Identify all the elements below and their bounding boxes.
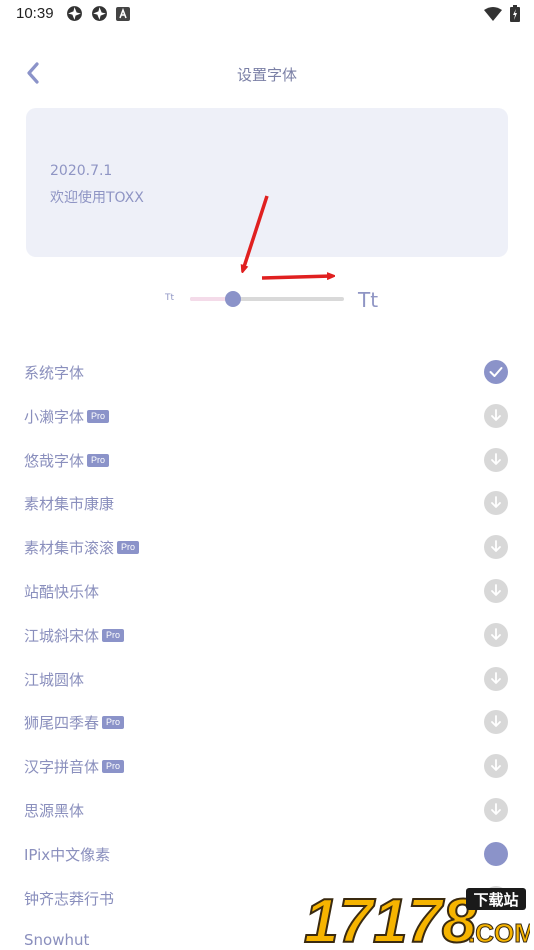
font-name: 汉字拼音体 Pro — [24, 756, 125, 777]
font-list-item[interactable]: 站酷快乐体 — [0, 569, 534, 613]
pro-badge: Pro — [87, 453, 110, 467]
download-button[interactable] — [484, 491, 508, 516]
selected-check-button[interactable] — [484, 360, 508, 384]
download-button[interactable] — [484, 797, 508, 822]
font-name-label: 汉字拼音体 — [24, 758, 100, 777]
pro-badge: Pro — [87, 409, 110, 423]
pro-badge: Pro — [102, 628, 125, 642]
watermark-domain: .COM — [468, 918, 530, 948]
font-name: 钟齐志莽行书 — [24, 888, 114, 909]
font-name-label: 站酷快乐体 — [24, 582, 100, 601]
download-icon — [491, 496, 501, 509]
page-title: 设置字体 — [236, 66, 297, 84]
font-name-label: 江城斜宋体 — [24, 626, 100, 645]
font-list-item[interactable]: 小濑字体 Pro — [0, 394, 534, 438]
font-name-label: 系统字体 — [24, 364, 85, 382]
font-name-label: 小濑字体 — [24, 407, 85, 426]
wifi-icon — [484, 6, 502, 21]
download-button[interactable] — [484, 666, 508, 691]
status-icons-right — [484, 5, 520, 22]
font-name: 小濑字体 Pro — [24, 406, 110, 427]
font-list-item[interactable]: 江城斜宋体 Pro — [0, 613, 534, 657]
check-icon — [489, 367, 503, 377]
font-name-label: 素材集市康康 — [24, 495, 115, 514]
download-icon — [491, 671, 501, 684]
font-name-label: 思源黑体 — [24, 801, 85, 820]
download-icon — [491, 584, 501, 596]
font-list-item[interactable]: IPix中文像素 — [0, 832, 534, 876]
font-name: 狮尾四季春 Pro — [24, 712, 125, 733]
download-button[interactable] — [484, 622, 508, 647]
font-list-item[interactable]: 思源黑体 — [0, 788, 534, 832]
download-button[interactable] — [484, 535, 508, 560]
font-name-label: 江城圆体 — [24, 670, 85, 689]
font-name-label: Snowhut — [24, 931, 90, 950]
font-name-label: 狮尾四季春 — [24, 714, 100, 733]
status-bar: 10:39 — [0, 0, 534, 28]
aperture-icon — [92, 6, 107, 21]
font-list-item[interactable]: 悠哉字体 Pro — [0, 438, 534, 482]
font-size-slider-row: Tt Tt — [0, 280, 534, 320]
pro-badge: Pro — [117, 541, 140, 555]
font-list-item[interactable]: 素材集市康康 — [0, 481, 534, 525]
slider-thumb[interactable] — [225, 291, 242, 307]
font-name: 江城圆体 — [24, 669, 84, 690]
font-name: 江城斜宋体 Pro — [24, 625, 125, 646]
font-name: 素材集市滚滚 Pro — [24, 537, 140, 558]
font-name: 素材集市康康 — [24, 493, 114, 514]
font-name: 悠哉字体 Pro — [24, 450, 110, 471]
download-icon — [491, 408, 501, 421]
font-list-item[interactable]: 汉字拼音体 Pro — [0, 744, 534, 788]
font-size-slider[interactable] — [190, 291, 344, 307]
font-name: Snowhut — [24, 931, 89, 949]
font-list-item[interactable]: 素材集市滚滚 Pro — [0, 525, 534, 569]
preview-text: 欢迎使用TOXX — [50, 190, 144, 206]
watermark-number: 17178 — [304, 887, 477, 948]
download-icon — [491, 540, 501, 553]
aperture-icon — [67, 6, 82, 21]
nav-bar: 设置字体 — [0, 50, 534, 96]
pro-badge: Pro — [102, 716, 125, 730]
font-name-label: 钟齐志莽行书 — [24, 889, 115, 908]
font-name-label: 悠哉字体 — [24, 451, 85, 470]
watermark-tag: 下载站 — [473, 891, 518, 909]
font-name: 思源黑体 — [24, 800, 84, 821]
small-size-label: Tt — [165, 293, 175, 303]
battery-charging-icon — [510, 5, 520, 22]
download-icon — [491, 452, 501, 465]
font-name: IPix中文像素 — [24, 844, 110, 865]
font-name: 系统字体 — [24, 362, 84, 383]
font-list: 系统字体 小濑字体 Pro 悠哉字体 Pro 素材集市康康 素材集市滚滚 Pro 站酷快乐体 江城… — [0, 350, 534, 950]
status-time: 10:39 — [16, 5, 54, 22]
preview-date: 2020.7.1 — [50, 163, 113, 179]
download-icon — [491, 627, 501, 640]
download-button[interactable] — [484, 403, 508, 428]
download-icon — [491, 715, 501, 728]
font-list-item[interactable]: 系统字体 — [0, 350, 534, 394]
font-name-label: IPix中文像素 — [24, 845, 111, 864]
annotation-arrow-right — [261, 276, 332, 278]
download-button[interactable] — [484, 754, 508, 779]
font-name-label: 素材集市滚滚 — [24, 539, 115, 558]
download-button[interactable] — [484, 710, 508, 735]
status-icons-left — [66, 5, 130, 22]
download-icon — [491, 803, 501, 815]
download-icon — [491, 759, 501, 772]
font-name: 站酷快乐体 — [24, 581, 99, 602]
font-preview-card: 2020.7.1 欢迎使用TOXX — [26, 108, 508, 257]
pro-badge: Pro — [102, 760, 125, 774]
watermark-logo: 17178 下载站 .COM — [303, 886, 530, 948]
font-list-item[interactable]: 狮尾四季春 Pro — [0, 700, 534, 744]
select-font-button[interactable] — [484, 841, 508, 866]
download-button[interactable] — [484, 447, 508, 472]
large-size-label: Tt — [358, 288, 379, 312]
download-button[interactable] — [484, 578, 508, 603]
font-list-item[interactable]: 江城圆体 — [0, 657, 534, 701]
a-notification-icon — [116, 6, 130, 21]
